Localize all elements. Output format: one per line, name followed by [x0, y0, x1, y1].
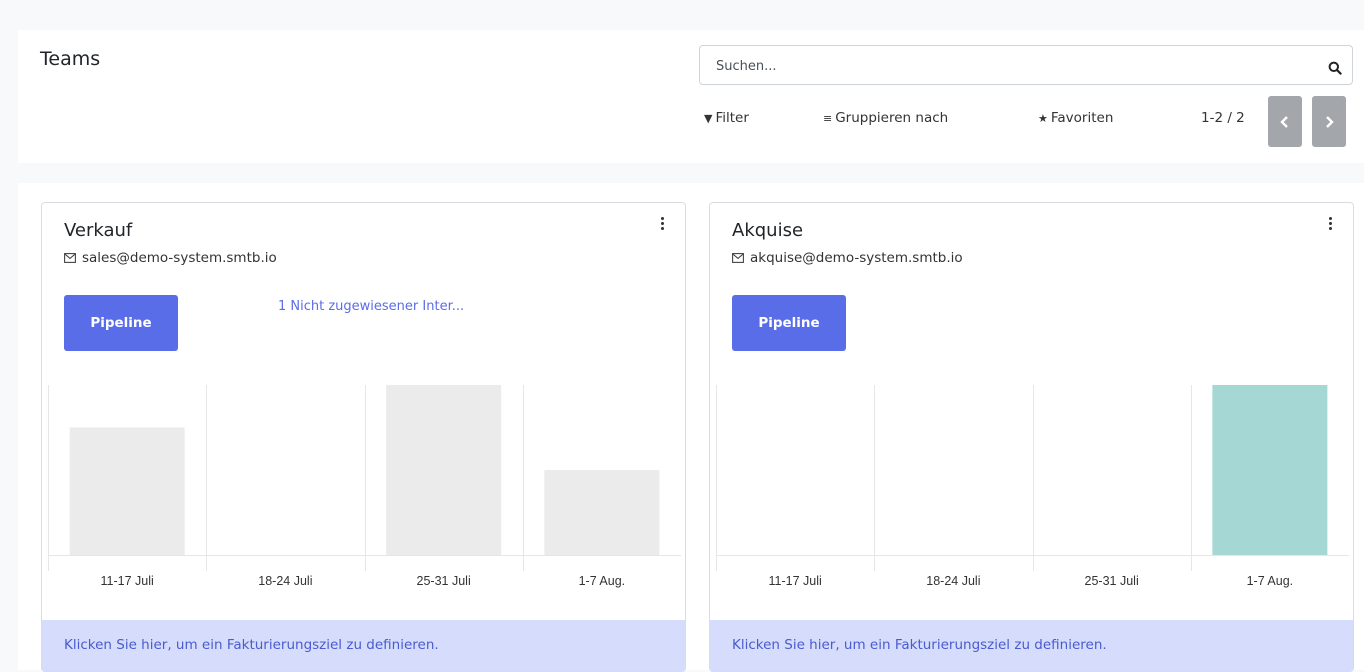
team-chart[interactable]: 11-17 Juli 18-24 Juli 25-31 Juli 1-7 Aug.: [716, 385, 1349, 599]
favorites-label: Favoriten: [1050, 110, 1114, 126]
page-title: Teams: [40, 48, 101, 70]
filter-label: Filter: [715, 110, 749, 126]
search-box[interactable]: [699, 45, 1353, 86]
chart-tick-label: 25-31 Juli: [417, 574, 471, 588]
favorites-button[interactable]: ★ Favoriten: [1038, 110, 1113, 126]
list-icon: ≡: [823, 112, 833, 125]
kanban-view: Verkauf sales@demo-system.smtb.io Pipeli…: [18, 183, 1364, 672]
kebab-menu-icon[interactable]: [655, 217, 669, 233]
envelope-icon: [64, 253, 76, 263]
group-by-label: Gruppieren nach: [835, 110, 949, 126]
filter-button[interactable]: ▼ Filter: [704, 110, 749, 126]
chart-tick-label: 25-31 Juli: [1085, 574, 1139, 588]
group-by-button[interactable]: ≡ Gruppieren nach: [823, 110, 948, 126]
envelope-icon: [732, 253, 744, 263]
team-email-text: akquise@demo-system.smtb.io: [750, 250, 963, 266]
chart-bar[interactable]: [544, 470, 660, 555]
team-email-text: sales@demo-system.smtb.io: [82, 250, 277, 266]
invoicing-target-link[interactable]: Klicken Sie hier, um ein Fakturierungszi…: [42, 620, 685, 671]
unassigned-leads-link[interactable]: 1 Nicht zugewiesener Inter...: [278, 299, 464, 314]
pager-value[interactable]: 1-2 / 2: [1201, 110, 1245, 126]
chevron-left-icon: [1280, 115, 1288, 128]
pipeline-button[interactable]: Pipeline: [64, 295, 178, 351]
chart-bar[interactable]: [69, 427, 185, 556]
chart-bar[interactable]: [1212, 385, 1328, 555]
funnel-icon: ▼: [704, 112, 713, 125]
pager-next-button[interactable]: [1312, 96, 1346, 147]
search-icon[interactable]: [1328, 61, 1342, 75]
search-input[interactable]: [714, 46, 1308, 86]
chart-tick-label: 18-24 Juli: [258, 574, 312, 588]
team-name[interactable]: Akquise: [732, 220, 803, 241]
team-chart[interactable]: 11-17 Juli 18-24 Juli 25-31 Juli 1-7 Aug.: [48, 385, 681, 599]
chart-tick-label: 18-24 Juli: [926, 574, 980, 588]
team-email: akquise@demo-system.smtb.io: [732, 250, 963, 266]
star-icon: ★: [1038, 112, 1048, 125]
team-card-verkauf[interactable]: Verkauf sales@demo-system.smtb.io Pipeli…: [41, 202, 686, 672]
kebab-menu-icon[interactable]: [1323, 217, 1337, 233]
chart-tick-label: 11-17 Juli: [768, 574, 821, 588]
pager-previous-button[interactable]: [1268, 96, 1302, 147]
chart-tick-label: 1-7 Aug.: [579, 574, 626, 588]
chart-tick-label: 11-17 Juli: [100, 574, 153, 588]
team-name[interactable]: Verkauf: [64, 220, 132, 241]
chart-tick-label: 1-7 Aug.: [1247, 574, 1294, 588]
team-card-akquise[interactable]: Akquise akquise@demo-system.smtb.io Pipe…: [709, 202, 1354, 672]
chart-bar[interactable]: [386, 385, 502, 555]
control-panel: Teams ▼Filter ≡Gruppieren nach ★Favorite…: [18, 30, 1364, 163]
team-email: sales@demo-system.smtb.io: [64, 250, 277, 266]
invoicing-target-link[interactable]: Klicken Sie hier, um ein Fakturierungszi…: [710, 620, 1353, 671]
pipeline-button[interactable]: Pipeline: [732, 295, 846, 351]
chevron-right-icon: [1326, 115, 1334, 128]
